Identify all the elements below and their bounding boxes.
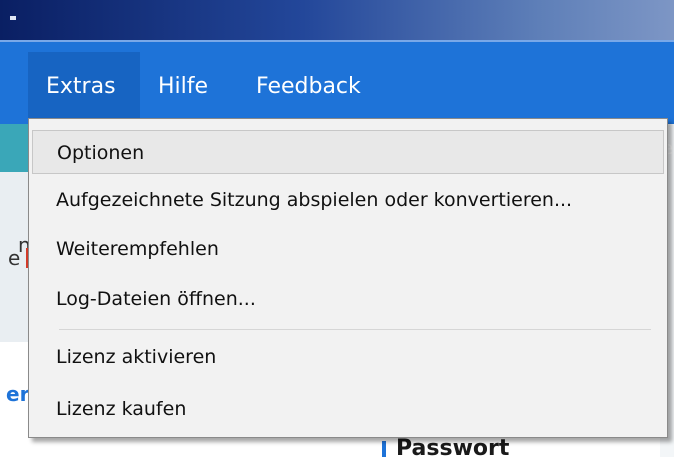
menu-feedback[interactable]: Feedback [238, 52, 361, 122]
background-link-fragment: er [6, 382, 30, 406]
password-label: Passwort [396, 436, 510, 461]
title-bar [0, 0, 674, 40]
password-marker [382, 441, 386, 457]
menu-separator [59, 329, 651, 330]
menu-extras[interactable]: Extras [28, 52, 140, 122]
background-text-fragment: e [8, 246, 21, 270]
menu-item-lizenz-kaufen[interactable]: Lizenz kaufen [32, 387, 660, 431]
menu-hilfe[interactable]: Hilfe [140, 52, 208, 122]
title-bar-glyph [10, 16, 16, 20]
extras-dropdown-menu: Optionen Aufgezeichnete Sitzung abspiele… [28, 118, 668, 438]
menu-item-optionen[interactable]: Optionen [32, 130, 664, 174]
menu-item-weiterempfehlen[interactable]: Weiterempfehlen [32, 227, 660, 271]
menu-item-log-dateien[interactable]: Log-Dateien öffnen... [32, 277, 660, 321]
menu-bar: Extras Hilfe Feedback [0, 40, 674, 126]
menu-item-aufgezeichnete-sitzung[interactable]: Aufgezeichnete Sitzung abspielen oder ko… [32, 178, 660, 222]
menu-item-lizenz-aktivieren[interactable]: Lizenz aktivieren [32, 335, 660, 379]
